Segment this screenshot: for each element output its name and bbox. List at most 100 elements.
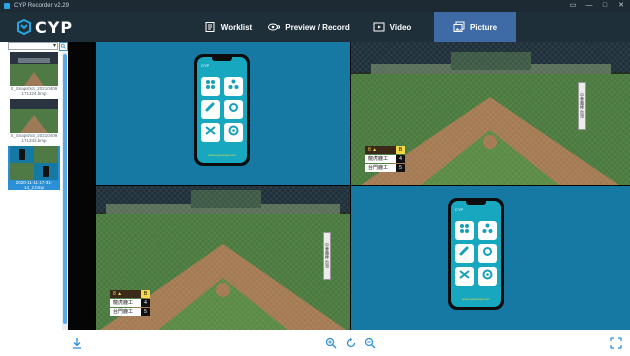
thumbnail-list: 0_Snapshot_20210409 171324.bmp 0_Snapsho… [8, 52, 60, 330]
inning-label: 8 ▲ [113, 291, 123, 297]
thumbnail-image [10, 146, 58, 180]
thumbnail-image [10, 52, 58, 86]
team-score: 4 [141, 299, 150, 307]
download-icon[interactable] [71, 337, 83, 349]
scoreboard-row: 龍虎鹿工 4 [110, 299, 150, 307]
routing-icon [459, 270, 470, 279]
app-tile [478, 267, 497, 286]
team-score: 4 [396, 155, 405, 163]
app-tile [455, 244, 474, 263]
tab-label: Picture [469, 22, 498, 32]
phone-app-title: CYP [455, 207, 464, 212]
app-header: CYP Worklist Preview / Record Video Pict… [0, 12, 630, 42]
scoreboard-row: 台門鹿工 5 [110, 308, 150, 316]
matrix-icon [460, 224, 469, 233]
thumbnail-item-selected[interactable]: 2020-11-11 17-31-14_2.bmp [8, 146, 60, 190]
tab-label: Preview / Record [285, 22, 350, 32]
app-tile [224, 100, 243, 119]
tab-video[interactable]: Video [350, 12, 434, 42]
app-tile [201, 77, 220, 96]
worklist-icon [205, 22, 215, 32]
picture-icon [453, 21, 465, 32]
phone-screen: CYP www.cypeurope.com [197, 57, 247, 163]
quad-view-thumbnail [10, 146, 58, 180]
broadcast-banner: 中華職棒 台灣 [578, 82, 586, 130]
team-name: 龍虎鹿工 [368, 156, 389, 162]
phone-footer: www.cypeurope.com [208, 153, 236, 157]
tab-label: Video [389, 22, 412, 32]
close-window-button[interactable]: ✕ [614, 0, 628, 12]
switchers-icon [205, 102, 215, 112]
window-titlebar: CYP Recorder v2.29 ▭ — □ ✕ [0, 0, 630, 12]
app-icon [4, 3, 10, 9]
fullscreen-icon[interactable] [610, 337, 622, 349]
quad-top-left: CYP www.cypeurope.com [96, 42, 350, 185]
scoreboard-row: 龍虎鹿工 4 [365, 155, 405, 163]
count-label: B [396, 146, 405, 154]
phone-footer: www.cypeurope.com [462, 297, 490, 301]
app-tile [478, 244, 497, 263]
field-photo-thumbnail [10, 99, 58, 133]
thumbnail-caption: 0_Snapshot_20210409 171324.bmp [10, 86, 58, 96]
team-name: 台門鹿工 [113, 309, 134, 315]
phone-app-title: CYP [201, 63, 210, 68]
rotate-icon[interactable] [345, 337, 357, 349]
video-icon [373, 22, 385, 32]
app-tile [201, 123, 220, 142]
browse-folder-button[interactable] [59, 42, 68, 51]
app-tile [455, 221, 474, 240]
thumbnail-item[interactable]: 0_Snapshot_20210409 171324.bmp [8, 52, 60, 96]
thumbnail-item[interactable]: 0_Snapshot_20210409 171333.bmp [8, 99, 60, 143]
scoreboard-header: 8 ▲ B [110, 290, 150, 298]
tab-picture[interactable]: Picture [434, 12, 516, 42]
preview-record-icon [268, 23, 281, 31]
quad-top-right: 8 ▲ B 龍虎鹿工 4 台門鹿工 5 中華職棒 台灣 [351, 42, 630, 185]
broadcast-banner: 中華職棒 台灣 [323, 232, 331, 280]
tab-worklist[interactable]: Worklist [188, 12, 268, 42]
app-tile [478, 221, 497, 240]
window-title: CYP Recorder v2.29 [14, 3, 69, 9]
app-tile [224, 123, 243, 142]
picture-preview-stage: CYP www.cypeurope.com 8 ▲ B 龍虎鹿工 4 台門鹿工 … [68, 42, 630, 330]
brand-logo: CYP [16, 17, 74, 37]
bottom-toolbar [0, 330, 630, 356]
thumbnail-caption: 2020-11-11 17-31-14_2.bmp [15, 180, 53, 190]
switchers-icon [459, 246, 469, 256]
scoreboard: 8 ▲ B 龍虎鹿工 4 台門鹿工 5 [365, 146, 405, 174]
file-filter-dropdown[interactable]: ▾ [8, 42, 58, 50]
restore-window-icon[interactable]: ▭ [566, 0, 580, 12]
team-name: 龍虎鹿工 [113, 300, 134, 306]
team-score: 5 [396, 164, 405, 172]
team-score: 5 [141, 308, 150, 316]
quad-bottom-right: CYP www.cypeurope.com [351, 186, 630, 330]
inning-label: 8 ▲ [368, 147, 378, 153]
count-label: B [141, 290, 150, 298]
app-tile [201, 100, 220, 119]
team-name: 台門鹿工 [368, 165, 389, 171]
scrollbar-thumb[interactable] [63, 54, 67, 324]
brand-name: CYP [35, 17, 74, 37]
help-icon [228, 125, 239, 136]
app-tile [224, 77, 243, 96]
thumbnail-image [10, 99, 58, 133]
phone-notch [212, 57, 232, 61]
thumbnail-caption: 0_Snapshot_20210409 171333.bmp [10, 133, 58, 143]
phone-notch [466, 201, 486, 205]
scoreboard: 8 ▲ B 龍虎鹿工 4 台門鹿工 5 [110, 290, 150, 318]
scenarios-icon [482, 223, 493, 233]
minimize-window-button[interactable]: — [582, 0, 596, 12]
phone-mockup: CYP www.cypeurope.com [448, 198, 504, 310]
settings-icon [229, 103, 238, 112]
scoreboard-header: 8 ▲ B [365, 146, 405, 154]
field-photo-thumbnail [10, 52, 58, 86]
app-tile [455, 267, 474, 286]
scoreboard-row: 台門鹿工 5 [365, 164, 405, 172]
maximize-window-button[interactable]: □ [598, 0, 612, 12]
scenarios-icon [228, 79, 239, 89]
zoom-out-icon[interactable] [364, 337, 376, 349]
settings-icon [483, 247, 492, 256]
zoom-in-icon[interactable] [325, 337, 337, 349]
tab-preview-record[interactable]: Preview / Record [268, 12, 350, 42]
phone-screen: CYP www.cypeurope.com [451, 201, 501, 307]
quad-bottom-left: 8 ▲ B 龍虎鹿工 4 台門鹿工 5 中華職棒 台灣 [96, 186, 350, 330]
